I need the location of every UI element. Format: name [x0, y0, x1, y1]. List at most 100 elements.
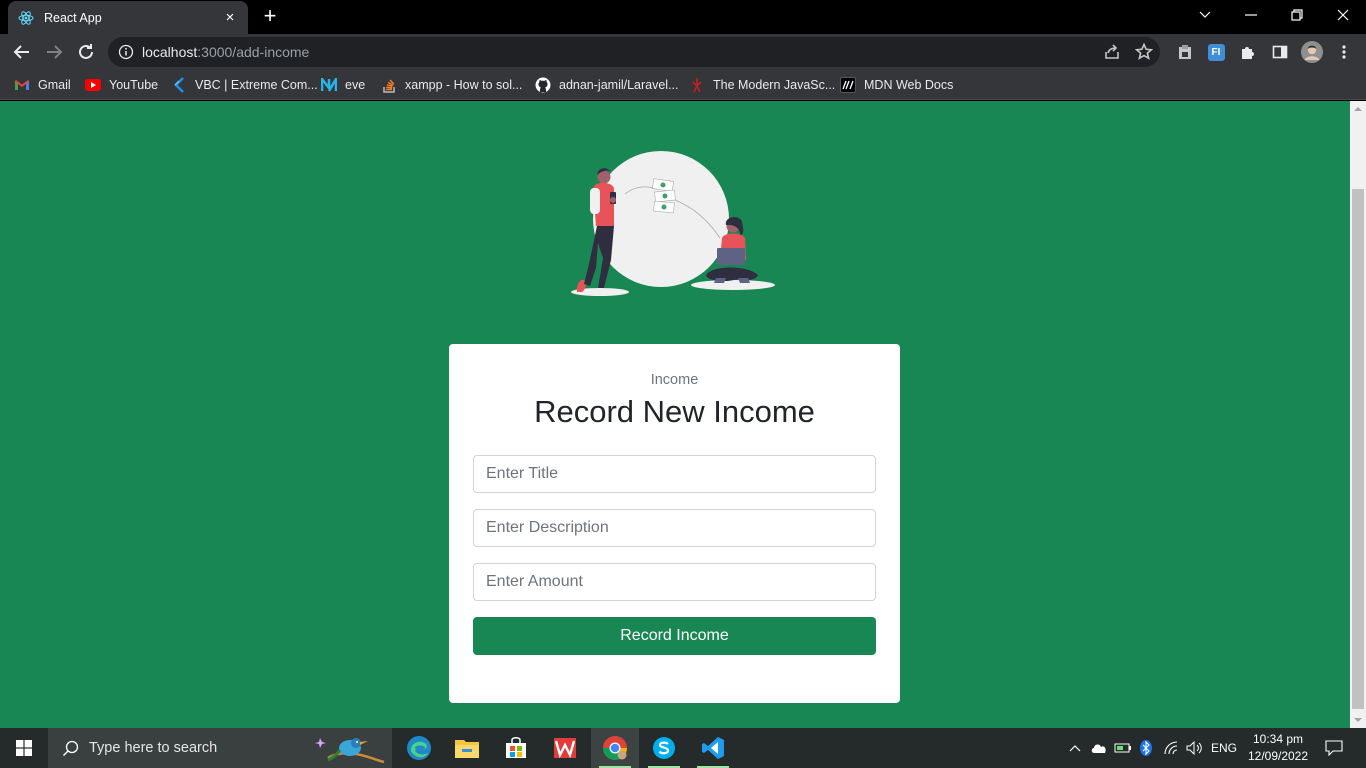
amount-input[interactable]	[473, 563, 876, 601]
scroll-down-icon[interactable]	[1354, 716, 1362, 724]
bookmark-xampp[interactable]: xampp - How to sol...	[381, 75, 522, 95]
url-host: localhost	[142, 44, 198, 60]
arrow-right-icon	[47, 45, 63, 59]
restore-button[interactable]	[1274, 0, 1320, 30]
bookmark-modern-javascript[interactable]: The Modern JavaSc...	[689, 75, 835, 95]
fi-extension-icon: FI	[1207, 43, 1225, 61]
bookmark-label: VBC | Extreme Com...	[195, 78, 318, 92]
taskbar-microsoft-store[interactable]	[492, 728, 540, 768]
taskbar-file-explorer[interactable]	[443, 728, 491, 768]
search-placeholder: Type here to search	[89, 740, 218, 756]
page-scrollbar[interactable]	[1350, 101, 1366, 728]
form-eyebrow: Income	[650, 372, 699, 388]
arrow-left-icon	[13, 45, 29, 59]
income-illustration	[571, 151, 775, 296]
description-input[interactable]	[473, 509, 876, 547]
tab-close-button[interactable]: ×	[222, 9, 238, 26]
start-button[interactable]	[0, 728, 48, 768]
taskbar-wps-office[interactable]	[541, 728, 589, 768]
bookmark-label: Gmail	[38, 78, 71, 92]
record-income-button[interactable]: Record Income	[473, 617, 876, 655]
wps-office-icon	[554, 738, 576, 759]
taskbar-skype[interactable]	[640, 728, 688, 768]
javascript-info-icon	[689, 77, 705, 93]
edge-icon	[407, 736, 431, 760]
bookmark-mdn[interactable]: MDN Web Docs	[840, 75, 953, 95]
address-bar[interactable]: localhost :3000/add-income	[108, 37, 1160, 67]
taskbar-edge[interactable]	[395, 728, 443, 768]
bookmark-label: MDN Web Docs	[864, 78, 954, 92]
skype-icon	[653, 737, 675, 759]
browser-menu-button[interactable]	[1333, 41, 1355, 63]
back-button[interactable]	[8, 38, 36, 66]
bluetooth-icon	[1140, 740, 1152, 756]
battery-tray[interactable]	[1113, 728, 1133, 768]
extension-button[interactable]	[1174, 41, 1196, 63]
mdn-icon	[840, 77, 856, 93]
chevron-down-icon	[1199, 11, 1211, 18]
bookmark-vbc[interactable]: VBC | Extreme Com...	[171, 75, 318, 95]
show-hidden-icons-button[interactable]	[1066, 728, 1084, 768]
taskbar-clock[interactable]: 10:34 pm 12/09/2022	[1240, 731, 1316, 765]
taskbar-chrome[interactable]	[591, 728, 639, 768]
notifications-button[interactable]	[1320, 728, 1348, 768]
github-icon	[535, 77, 551, 93]
stackoverflow-icon	[381, 77, 397, 93]
info-icon[interactable]	[118, 44, 134, 60]
page-content: Income Record New Income Record Income	[0, 101, 1350, 728]
cloud-icon	[1091, 744, 1106, 753]
clock-time: 10:34 pm	[1252, 732, 1304, 746]
extensions-menu-button[interactable]	[1237, 41, 1259, 63]
vscode-icon	[702, 737, 724, 759]
reload-button[interactable]	[72, 38, 100, 66]
title-input[interactable]	[473, 455, 876, 493]
fi-extension-button[interactable]: FI	[1205, 41, 1227, 63]
new-tab-button[interactable]: +	[258, 4, 282, 28]
forward-button[interactable]	[40, 38, 68, 66]
bookmark-github[interactable]: adnan-jamil/Laravel...	[535, 75, 679, 95]
close-icon	[1337, 9, 1349, 21]
notification-icon	[1325, 740, 1343, 756]
minimize-button[interactable]	[1228, 0, 1274, 30]
browser-tab[interactable]: React App ×	[8, 1, 248, 34]
search-icon	[62, 740, 79, 756]
tab-search-button[interactable]	[1182, 0, 1228, 30]
network-tray[interactable]	[1161, 728, 1181, 768]
side-panel-button[interactable]	[1269, 41, 1291, 63]
more-vertical-icon	[1342, 45, 1346, 59]
avatar	[1301, 41, 1323, 63]
language-indicator[interactable]: ENG	[1210, 728, 1238, 768]
speaker-icon	[1186, 741, 1202, 755]
share-button[interactable]	[1102, 42, 1122, 62]
bookmark-eve[interactable]: eve	[321, 75, 365, 95]
taskbar-search[interactable]: Type here to search	[48, 728, 392, 768]
bookmark-gmail[interactable]: Gmail	[14, 75, 71, 95]
scrollbar-thumb[interactable]	[1352, 189, 1364, 709]
wifi-icon	[1164, 741, 1178, 755]
bookmark-star-button[interactable]	[1134, 42, 1154, 62]
youtube-icon	[85, 77, 101, 93]
windows-taskbar: Type here to search ENG 10:34 pm 12/09/2…	[0, 728, 1366, 768]
close-window-button[interactable]	[1320, 0, 1366, 30]
vbc-icon	[171, 77, 187, 93]
bookmark-label: YouTube	[109, 78, 159, 92]
profile-button[interactable]	[1301, 41, 1323, 63]
puzzle-icon	[1242, 47, 1254, 59]
tab-title: React App	[44, 10, 102, 25]
bookmark-label: xampp - How to sol...	[405, 78, 523, 92]
bluetooth-tray[interactable]	[1137, 728, 1155, 768]
tab-strip: React App × +	[0, 0, 1366, 34]
income-form-card: Income Record New Income Record Income	[449, 344, 900, 703]
scroll-up-icon[interactable]	[1354, 105, 1362, 113]
onedrive-tray[interactable]	[1089, 728, 1109, 768]
windows-logo-icon	[16, 740, 32, 756]
side-panel-icon	[1272, 45, 1288, 59]
restore-icon	[1291, 9, 1303, 21]
form-heading: Record New Income	[534, 394, 815, 429]
store-icon	[506, 737, 526, 758]
taskbar-vscode[interactable]	[689, 728, 737, 768]
star-icon	[1135, 43, 1153, 60]
bookmark-youtube[interactable]: YouTube	[85, 75, 158, 95]
bookmark-label: The Modern JavaSc...	[713, 78, 836, 92]
volume-tray[interactable]	[1185, 728, 1205, 768]
